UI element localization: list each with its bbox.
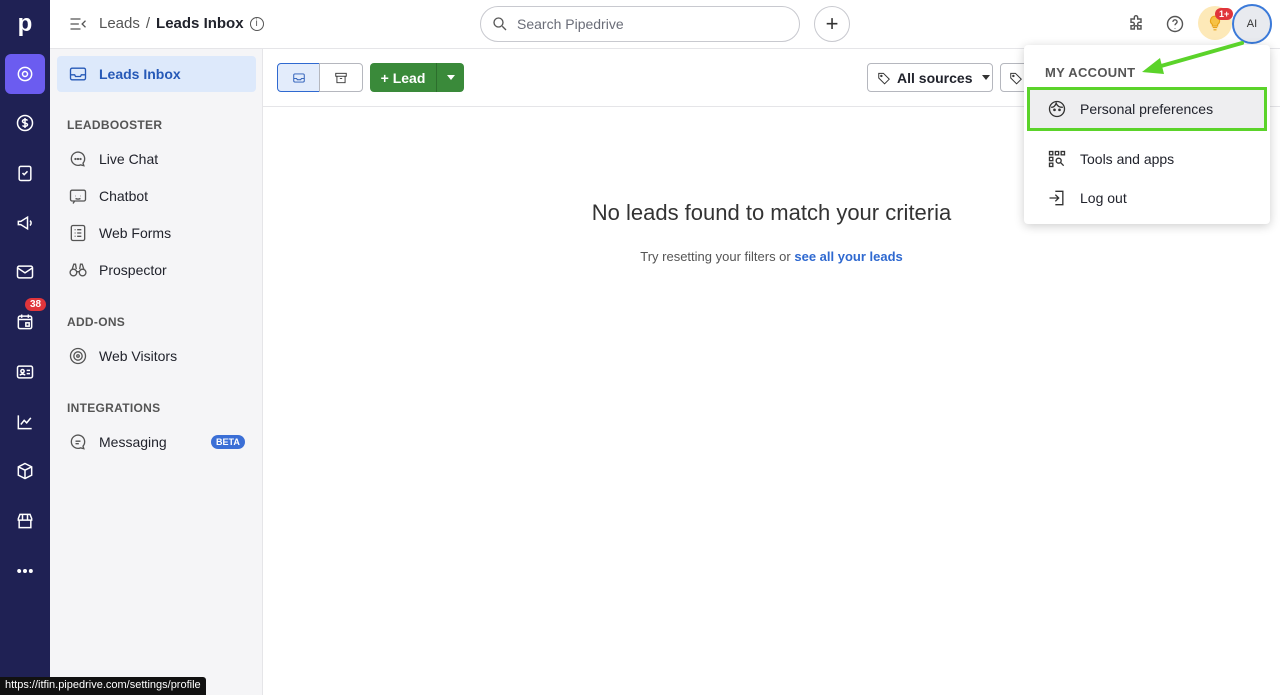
sidebar-item-chatbot[interactable]: Chatbot	[57, 178, 256, 214]
sidebar-item-label: Web Forms	[99, 225, 172, 241]
quick-add-button[interactable]: +	[814, 6, 850, 42]
global-search[interactable]	[480, 6, 800, 42]
beta-badge: BETA	[211, 435, 245, 449]
contacts-nav-button[interactable]	[5, 352, 45, 392]
pipedrive-logo[interactable]: p	[0, 0, 50, 48]
clipboard-check-icon	[18, 165, 32, 182]
sidebar-item-prospector[interactable]: Prospector	[57, 252, 256, 288]
activities-nav-button[interactable]	[5, 153, 45, 193]
add-lead-button[interactable]: + Lead	[370, 63, 436, 92]
face-icon	[1046, 98, 1068, 120]
inbox-view-button[interactable]	[277, 63, 320, 92]
collapse-menu-icon	[70, 18, 86, 30]
chatbot-icon	[67, 185, 89, 207]
sidebar-item-leads-inbox[interactable]: Leads Inbox	[57, 56, 256, 92]
menu-item-label: Log out	[1080, 190, 1127, 206]
annotation-arrow	[1142, 41, 1244, 74]
more-nav-button[interactable]	[5, 551, 45, 591]
products-nav-button[interactable]	[5, 451, 45, 491]
sidebar-item-web-forms[interactable]: Web Forms	[57, 215, 256, 251]
app-rail: p 38	[0, 0, 50, 695]
help-icon	[1166, 15, 1184, 33]
contact-card-icon	[16, 365, 34, 379]
box-icon	[17, 462, 33, 480]
tools-grid-icon	[1046, 148, 1068, 170]
megaphone-icon	[17, 215, 32, 231]
help-button[interactable]	[1163, 12, 1187, 36]
chevron-down-icon	[982, 75, 991, 80]
store-icon	[17, 513, 33, 529]
mail-nav-button[interactable]	[5, 252, 45, 292]
chat-bubble-icon	[67, 148, 89, 170]
puzzle-icon	[1130, 15, 1142, 30]
message-icon	[67, 431, 89, 453]
menu-item-tools-and-apps[interactable]: Tools and apps	[1030, 140, 1264, 178]
breadcrumb: Leads / Leads Inbox i	[99, 15, 264, 32]
account-menu-heading: MY ACCOUNT	[1045, 65, 1136, 80]
activity-count-badge: 38	[25, 298, 47, 311]
search-icon	[493, 17, 507, 31]
menu-item-label: Tools and apps	[1080, 151, 1175, 167]
breadcrumb-separator: /	[145, 15, 151, 32]
mail-icon	[16, 265, 34, 279]
inbox-icon	[67, 63, 89, 85]
tag-icon	[878, 72, 890, 85]
menu-item-personal-preferences[interactable]: Personal preferences	[1027, 87, 1267, 131]
chevron-down-icon	[446, 75, 455, 80]
empty-state-hint: Try resetting your filters or see all yo…	[263, 249, 1280, 264]
calendar-icon	[17, 314, 33, 330]
sidebar-item-label: Leads Inbox	[99, 66, 181, 82]
tag-icon	[1010, 72, 1022, 85]
more-dots-icon	[17, 569, 33, 573]
sources-filter-value: All sources	[897, 69, 973, 86]
archive-icon	[335, 72, 347, 83]
insights-nav-button[interactable]	[5, 402, 45, 442]
sidebar-item-label: Chatbot	[99, 188, 149, 204]
campaigns-nav-button[interactable]	[5, 203, 45, 243]
sidebar-item-label: Messaging	[99, 434, 167, 450]
form-list-icon	[67, 222, 89, 244]
account-avatar-button[interactable]: AI	[1232, 4, 1272, 44]
section-heading-addons: ADD-ONS	[67, 315, 126, 329]
add-lead-dropdown-button[interactable]	[436, 63, 464, 92]
collapse-menu-button[interactable]	[68, 14, 88, 34]
binoculars-icon	[67, 259, 89, 281]
leads-nav-button[interactable]	[5, 54, 45, 94]
menu-item-label: Personal preferences	[1080, 101, 1214, 117]
tips-button[interactable]: 1+	[1198, 6, 1234, 40]
sources-filter-dropdown[interactable]: All sources	[867, 63, 993, 92]
see-all-leads-link[interactable]: see all your leads	[794, 249, 902, 264]
extensions-button[interactable]	[1124, 12, 1148, 36]
empty-state-hint-text: Try resetting your filters or	[640, 249, 795, 264]
target-icon	[17, 66, 33, 82]
section-heading-leadbooster: LEADBOOSTER	[67, 118, 163, 132]
status-bar-url: https://itfin.pipedrive.com/settings/pro…	[0, 677, 206, 695]
sidebar-item-label: Web Visitors	[99, 348, 178, 364]
deals-nav-button[interactable]	[5, 103, 45, 143]
section-heading-integrations: INTEGRATIONS	[67, 401, 161, 415]
sidebar-item-live-chat[interactable]: Live Chat	[57, 141, 256, 177]
breadcrumb-leads[interactable]: Leads	[99, 15, 140, 32]
menu-item-log-out[interactable]: Log out	[1030, 179, 1264, 217]
sidebar-item-label: Live Chat	[99, 151, 159, 167]
info-icon[interactable]: i	[249, 16, 264, 31]
radar-icon	[67, 345, 89, 367]
dollar-icon	[16, 114, 34, 132]
top-bar: Leads / Leads Inbox i + 1+ AI	[50, 0, 1280, 49]
trend-chart-icon	[17, 415, 32, 430]
archive-view-button[interactable]	[319, 63, 363, 92]
search-input[interactable]	[517, 16, 777, 32]
sidebar-item-web-visitors[interactable]: Web Visitors	[57, 338, 256, 374]
sidebar-item-label: Prospector	[99, 262, 167, 278]
leads-sidebar: Leads Inbox LEADBOOSTER Live Chat Chatbo…	[50, 49, 263, 695]
inbox-icon	[292, 72, 305, 83]
page-title: Leads Inbox	[156, 15, 244, 32]
notification-count-badge: 1+	[1215, 8, 1234, 20]
log-out-icon	[1046, 187, 1068, 209]
marketplace-nav-button[interactable]	[5, 501, 45, 541]
